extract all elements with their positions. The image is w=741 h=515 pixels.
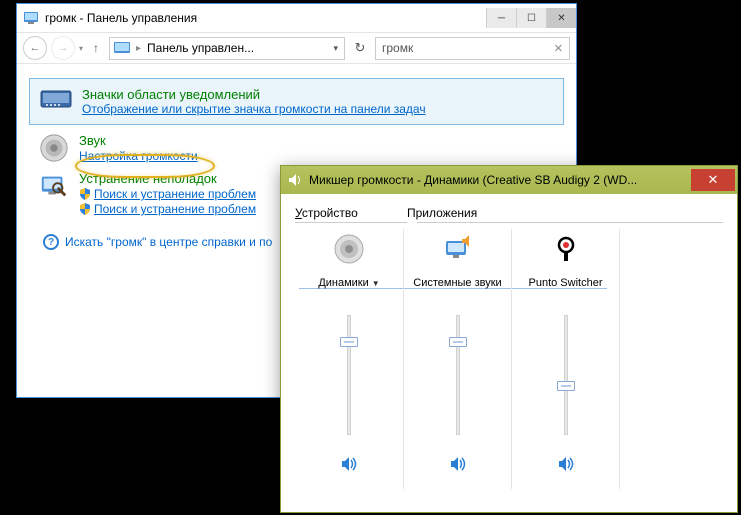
volume-slider-device[interactable] [329,315,369,435]
mixer-section-headers: Устройство Приложения [295,206,723,220]
mixer-col-system-sounds: Системные звуки [403,229,511,489]
mixer-columns: Динамики ▼ Системные звуки [295,229,723,489]
notification-area-icon [40,87,72,111]
refresh-button[interactable]: ↻ [349,37,371,59]
speaker-device-icon [39,133,69,163]
search-input[interactable] [382,41,554,55]
link-text: Поиск и устранение проблем [94,202,256,216]
back-button[interactable]: ← [23,36,47,60]
system-sounds-icon [442,233,474,265]
header-device: Устройство [295,206,407,220]
mixer-col-punto-switcher: Punto Switcher [511,229,619,489]
slider-thumb[interactable] [449,337,467,347]
chevron-down-icon[interactable]: ▼ [372,279,380,288]
cp-navbar: ← → ▾ ↑ ▸ Панель управлен... ▾ ↻ ✕ [17,32,576,64]
mixer-titlebar: Микшер громкости - Динамики (Creative SB… [281,166,737,194]
mute-button-device[interactable] [338,453,360,475]
speaker-device-icon [333,233,365,265]
clear-search-icon[interactable]: ✕ [554,42,563,55]
cp-titlebar: громк - Панель управления ─ ☐ ✕ [17,4,576,32]
item-title-troubleshoot: Устранение неполадок [79,171,256,186]
control-panel-icon [23,10,39,26]
mixer-body: Устройство Приложения Динамики ▼ [281,194,737,512]
result-notification-icons: Значки области уведомлений Отображение и… [29,78,564,125]
address-text: Панель управлен... [147,41,325,55]
link-volume-settings[interactable]: Настройка громкости [79,149,198,163]
volume-slider-system[interactable] [438,315,478,435]
punto-switcher-icon [550,233,582,265]
forward-button[interactable]: → [51,36,75,60]
maximize-button[interactable]: ☐ [516,8,546,28]
volume-slider-punto[interactable] [546,315,586,435]
history-dropdown-icon[interactable]: ▾ [79,44,83,53]
volume-mixer-window: Микшер громкости - Динамики (Creative SB… [280,165,738,513]
address-bar[interactable]: ▸ Панель управлен... ▾ [109,37,345,60]
link-text: Поиск и устранение проблем [94,187,256,201]
app-label-system-sounds: Системные звуки [413,269,501,297]
slider-thumb[interactable] [557,381,575,391]
header-apps: Приложения [407,206,723,220]
shield-icon [79,188,91,200]
item-title-sound: Звук [79,133,198,148]
result-link-show-hide-volume-icon[interactable]: Отображение или скрытие значка громкости… [82,102,426,116]
mute-button-punto[interactable] [555,453,577,475]
label-text: Динамики [318,277,368,289]
search-box[interactable]: ✕ [375,37,570,60]
troubleshoot-icon [39,171,69,201]
divider [295,222,407,223]
close-button[interactable]: ✕ [546,8,576,28]
link-troubleshoot-2[interactable]: Поиск и устранение проблем [79,202,256,216]
breadcrumb-separator-icon: ▸ [136,43,141,54]
mixer-close-button[interactable]: ✕ [691,169,735,191]
device-label[interactable]: Динамики ▼ [318,269,379,297]
cp-window-buttons: ─ ☐ ✕ [486,8,576,28]
result-sound: Звук Настройка громкости [29,125,564,163]
speaker-on-icon [449,455,467,473]
mixer-col-empty [619,229,723,489]
speaker-on-icon [557,455,575,473]
app-label-punto: Punto Switcher [529,269,603,297]
speaker-on-icon [340,455,358,473]
divider [417,222,723,223]
address-dropdown-icon[interactable]: ▾ [331,43,340,54]
help-text: Искать "громк" в центре справки и по [65,235,272,249]
mute-button-system[interactable] [447,453,469,475]
volume-icon [287,172,303,188]
mixer-col-device: Динамики ▼ [295,229,403,489]
shield-icon [79,203,91,215]
up-button[interactable]: ↑ [87,39,105,57]
control-panel-icon [114,41,130,55]
slider-thumb[interactable] [340,337,358,347]
help-icon: ? [43,234,59,250]
minimize-button[interactable]: ─ [486,8,516,28]
result-title: Значки области уведомлений [82,87,426,102]
cp-title-text: громк - Панель управления [45,11,486,25]
link-troubleshoot-1[interactable]: Поиск и устранение проблем [79,187,256,201]
mixer-title-text: Микшер громкости - Динамики (Creative SB… [309,173,691,187]
